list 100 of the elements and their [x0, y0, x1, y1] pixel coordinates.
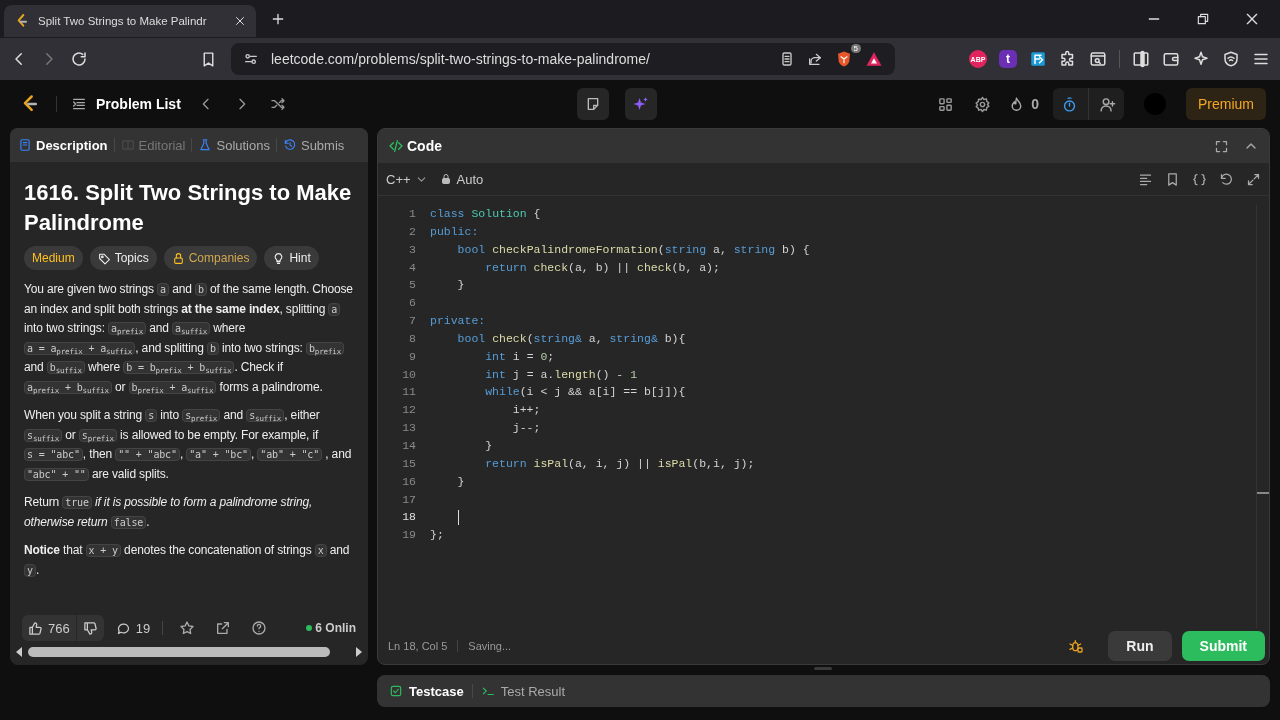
topics-tag[interactable]: Topics	[89, 246, 157, 270]
code-line: int i = 0;	[484, 348, 555, 365]
tab-title: Split Two Strings to Make Palindr	[38, 15, 208, 27]
panel-tab[interactable]: Solutions	[198, 137, 270, 153]
companies-tag[interactable]: Companies	[163, 246, 258, 270]
online-dot	[306, 625, 313, 631]
problem-title: 1616. Split Two Strings to Make Palindrome	[24, 179, 353, 237]
line-number: 5	[408, 277, 416, 294]
bookmark-icon[interactable]	[1165, 171, 1180, 187]
line-number: 8	[408, 330, 416, 347]
flask-icon	[198, 138, 213, 152]
reload-icon[interactable]	[70, 50, 88, 68]
code-line: j--;	[511, 420, 541, 437]
line-number: 6	[408, 295, 416, 312]
reset-icon[interactable]	[1219, 171, 1234, 187]
line-number: 1	[408, 206, 416, 222]
problem-list-button[interactable]: Problem List	[71, 96, 181, 112]
code-line: public:	[430, 223, 479, 240]
triangle-icon[interactable]	[865, 50, 883, 68]
debug-icon[interactable]	[1068, 638, 1085, 654]
address-bar[interactable]: leetcode.com/problems/split-two-strings-to-make-palindrome/ 5	[231, 43, 895, 75]
help-icon[interactable]	[251, 620, 268, 636]
description-paragraph: Notice that x + y denotes the concatenation of strings x and y .	[24, 542, 351, 579]
new-tab-icon[interactable]	[270, 11, 286, 27]
lock-icon	[439, 173, 452, 185]
vertical-scrollbar[interactable]	[1256, 205, 1269, 628]
streak-button[interactable]: 0	[1008, 95, 1039, 113]
premium-button[interactable]: Premium	[1186, 88, 1266, 120]
mode-label: Auto	[456, 171, 484, 187]
line-number: 4	[408, 259, 416, 276]
close-icon[interactable]	[1244, 11, 1260, 27]
fullscreen-icon[interactable]	[1214, 138, 1229, 154]
line-number: 16	[401, 473, 416, 490]
line-number: 18	[401, 509, 416, 526]
wallet-icon[interactable]	[1162, 50, 1180, 68]
panel-tab[interactable]: Test Result	[480, 683, 565, 699]
code-icon	[388, 138, 404, 154]
code-line: bool check(string& a, string& b){	[456, 330, 686, 347]
code-line: private:	[430, 313, 486, 330]
book-icon	[18, 138, 32, 152]
language-dropdown[interactable]: C++	[386, 171, 428, 187]
panel-tab[interactable]: Testcase	[389, 683, 464, 699]
format-icon[interactable]	[1138, 171, 1153, 187]
description-paragraph: You are given two strings a and b of the same length. Choose an index and split both strings at the same index, splitting a into two strings: a$_{prefix}$ and a$_{suffix}$ where a = a$_{prefix}$ + a$_{suffix}$ , and splitting b into two strings: b$_{prefix}$ and b$_{suffix}$ where b = b$_{prefix}$ + b$_{suffix}$ . Check if a$_{prefix}$ + b$_{suffix}$ or b$_{prefix}$ + a$_{suffix}$ forms a palindrome.	[24, 281, 354, 397]
ai-button[interactable]	[624, 88, 657, 120]
code-line: int j = a.length() - 1	[484, 366, 638, 383]
thumbs-up-icon	[28, 620, 43, 636]
restore-icon[interactable]	[1196, 12, 1210, 26]
line-number: 10	[401, 366, 416, 383]
lock-icon	[171, 251, 185, 265]
vpn-shield-icon[interactable]	[1222, 50, 1240, 68]
expand-icon[interactable]	[1246, 171, 1261, 187]
online-count: 6 Onlin	[315, 621, 356, 635]
hint-tag[interactable]: Hint	[264, 246, 319, 270]
url-text: leetcode.com/problems/split-two-strings-to-make-palindrome/	[271, 51, 650, 67]
description-paragraph: Return true if it is possible to form a palindrome string, otherwise return false .	[24, 494, 314, 531]
extension-button[interactable]: t	[999, 50, 1017, 68]
comments-button[interactable]: 19	[115, 620, 151, 636]
add-user-icon[interactable]	[1099, 95, 1116, 113]
share-icon[interactable]	[807, 51, 823, 67]
line-number: 7	[408, 313, 416, 330]
resize-handle[interactable]	[814, 667, 832, 670]
line-number: 2	[408, 223, 416, 240]
note-button[interactable]	[576, 88, 609, 120]
code-line: }	[456, 473, 465, 490]
line-number: 13	[401, 420, 416, 437]
star-icon[interactable]	[179, 620, 196, 636]
terminal-icon	[480, 684, 495, 698]
layout-icon[interactable]	[937, 95, 955, 113]
sparkle-icon[interactable]	[1192, 50, 1210, 68]
code-line: return isPal(a, i, j) || isPal(b,i, j);	[484, 455, 755, 472]
reader-icon[interactable]	[779, 51, 795, 67]
translate-icon[interactable]	[1029, 50, 1047, 68]
run-button[interactable]: Run	[1108, 631, 1172, 661]
code-line: i++;	[511, 402, 541, 419]
share-icon[interactable]	[215, 620, 232, 636]
code-line: return check(a, b) || check(b, a);	[484, 259, 720, 276]
lion-shield-icon[interactable]	[835, 50, 853, 68]
timer-icon[interactable]	[1061, 95, 1078, 113]
browser-tab[interactable]: Split Two Strings to Make Palindr	[4, 5, 256, 37]
line-number: 14	[401, 437, 416, 454]
settings-icon[interactable]	[974, 95, 992, 113]
description-paragraph: When you split a string s into s$_{prefix}$ and s$_{suffix}$ , either s$_{suffix}$ or s$_{prefix}$ is allowed to be empty. For example, if s = "abc" , then "" + "abc" , "a" + "bc" , "ab" + "c" , and "abc" + "" are valid splits.	[24, 407, 353, 483]
panel-tab[interactable]: Submis	[282, 137, 345, 153]
line-number: 19	[401, 527, 416, 544]
close-icon[interactable]	[234, 15, 246, 27]
braces-icon[interactable]	[1192, 171, 1207, 187]
line-number: 17	[401, 491, 416, 508]
tag-icon	[97, 251, 111, 265]
code-line: }	[456, 277, 465, 294]
window-search-icon[interactable]	[1089, 50, 1107, 68]
code-line: bool checkPalindromeFormation(string a, string b) {	[456, 241, 810, 258]
panel-tab[interactable]: Description	[18, 137, 108, 153]
line-number: 11	[401, 384, 416, 401]
site-settings-icon[interactable]	[243, 51, 259, 67]
sidebar-icon[interactable]	[1132, 50, 1150, 68]
shuffle-icon[interactable]	[269, 96, 286, 112]
list-icon	[71, 96, 87, 112]
comment-icon	[115, 620, 131, 636]
panel-title: Code	[407, 138, 442, 154]
